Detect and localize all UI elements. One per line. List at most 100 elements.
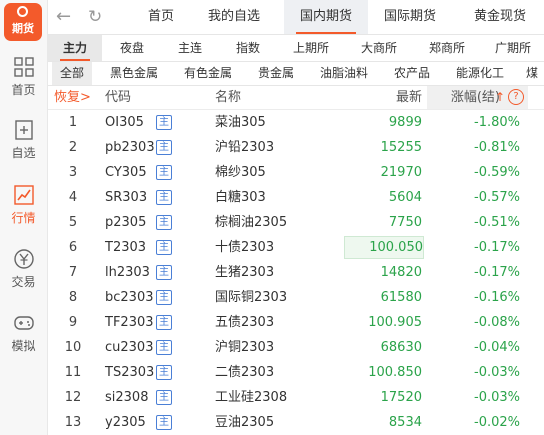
category-ferrous[interactable]: 黑色金属 (106, 62, 162, 85)
help-icon[interactable]: ? (508, 89, 524, 105)
tab-watchlist[interactable]: 我的自选 (208, 0, 260, 34)
contract-code: p2305 (105, 215, 147, 230)
table-row[interactable]: 9 TF2303 主 五债2303 100.905 -0.08% (48, 310, 544, 335)
contract-name: 十债2303 (215, 240, 275, 255)
app-logo[interactable]: 期货 (4, 3, 42, 41)
contract-code: TS2303 (105, 365, 155, 380)
sidebar-item-label: 首页 (11, 83, 36, 97)
contract-name: 菜油305 (215, 115, 266, 130)
tab-gold-spot[interactable]: 黄金现货 (474, 0, 526, 34)
contract-name: 五债2303 (215, 315, 275, 330)
change-pct: -0.03% (474, 365, 520, 380)
table-row[interactable]: 8 bc2303 主 国际铜2303 61580 -0.16% (48, 285, 544, 310)
contract-code: cu2303 (105, 340, 154, 355)
refresh-icon[interactable]: ↻ (88, 7, 102, 27)
category-oils[interactable]: 油脂油料 (316, 62, 372, 85)
row-index: 2 (68, 140, 78, 155)
table-row[interactable]: 12 si2308 主 工业硅2308 17520 -0.03% (48, 385, 544, 410)
tab-intl-futures[interactable]: 国际期货 (384, 0, 436, 34)
last-price: 21970 (380, 165, 422, 180)
row-index: 9 (68, 315, 78, 330)
sidebar-item-trade[interactable]: 交易 (0, 248, 47, 290)
tab-domestic-futures[interactable]: 国内期货 (284, 0, 368, 34)
table-row[interactable]: 3 CY305 主 棉纱305 21970 -0.59% (48, 160, 544, 185)
table-row[interactable]: 2 pb2303 主 沪铅2303 15255 -0.81% (48, 135, 544, 160)
main-contract-badge: 主 (156, 240, 172, 255)
sidebar-item-watchlist[interactable]: 自选 (0, 119, 47, 161)
main-contract-badge: 主 (156, 290, 172, 305)
category-all[interactable]: 全部 (52, 62, 92, 85)
table-row[interactable]: 10 cu2303 主 沪铜2303 68630 -0.04% (48, 335, 544, 360)
subtab-index[interactable]: 指数 (224, 35, 272, 61)
main-contract-badge: 主 (156, 315, 172, 330)
main-contract-badge: 主 (156, 415, 172, 430)
contract-code: lh2303 (105, 265, 150, 280)
main-contract-badge: 主 (156, 140, 172, 155)
last-price: 17520 (380, 390, 422, 405)
main-contract-badge: 主 (156, 390, 172, 405)
tab-home[interactable]: 首页 (148, 0, 174, 34)
category-energy[interactable]: 能源化工 (452, 62, 508, 85)
last-price: 8534 (388, 415, 422, 430)
last-price: 14820 (380, 265, 422, 280)
table-row[interactable]: 13 y2305 主 豆油2305 8534 -0.02% (48, 410, 544, 435)
contract-code: y2305 (105, 415, 146, 430)
change-pct: -0.02% (474, 415, 520, 430)
change-pct: -0.03% (474, 390, 520, 405)
col-name[interactable]: 名称 (215, 86, 241, 109)
last-price: 68630 (380, 340, 422, 355)
main-contract-badge: 主 (156, 265, 172, 280)
row-index: 4 (68, 190, 78, 205)
quote-table: 1 OI305 主 菜油305 9899 -1.80% 2 pb2303 主 沪… (48, 110, 544, 435)
subtab-dce[interactable]: 大商所 (350, 35, 408, 61)
row-index: 3 (68, 165, 78, 180)
sidebar-item-simulate[interactable]: 模拟 (0, 312, 47, 354)
row-index: 10 (64, 340, 82, 355)
plus-square-icon (14, 120, 33, 140)
change-pct: -0.08% (474, 315, 520, 330)
contract-code: si2308 (105, 390, 149, 405)
sidebar-item-label: 自选 (11, 146, 36, 160)
category-agri[interactable]: 农产品 (390, 62, 434, 85)
contract-name: 棉纱305 (215, 165, 266, 180)
sidebar-item-home[interactable]: 首页 (0, 56, 47, 98)
category-nonferrous[interactable]: 有色金属 (180, 62, 236, 85)
row-index: 6 (68, 240, 78, 255)
table-row[interactable]: 11 TS2303 主 二债2303 100.850 -0.03% (48, 360, 544, 385)
col-change[interactable]: 涨幅(结) ↑ ? (427, 86, 528, 109)
row-index: 12 (64, 390, 82, 405)
row-index: 7 (68, 265, 78, 280)
change-pct: -1.80% (474, 115, 520, 130)
category-coal[interactable]: 煤 (526, 62, 544, 85)
col-change-label: 涨幅(结) (450, 90, 500, 105)
contract-code: pb2303 (105, 140, 155, 155)
back-arrow-icon[interactable]: ← (56, 6, 71, 27)
col-code[interactable]: 代码 (105, 86, 131, 109)
contract-code: T2303 (105, 240, 147, 255)
subtab-shfe[interactable]: 上期所 (282, 35, 340, 61)
restore-link[interactable]: 恢复> (54, 86, 91, 109)
table-row[interactable]: 6 T2303 主 十债2303 100.050 -0.17% (48, 235, 544, 260)
table-row[interactable]: 7 lh2303 主 生猪2303 14820 -0.17% (48, 260, 544, 285)
subtab-continuous[interactable]: 主连 (166, 35, 214, 61)
main-contract-badge: 主 (156, 115, 172, 130)
contract-code: SR303 (105, 190, 148, 205)
sidebar-item-market[interactable]: 行情 (0, 184, 47, 226)
last-price: 100.850 (368, 365, 422, 380)
contract-code: TF2303 (105, 315, 154, 330)
subtab-main[interactable]: 主力 (48, 35, 102, 61)
category-precious[interactable]: 贵金属 (254, 62, 298, 85)
last-price: 5604 (388, 190, 422, 205)
top-nav: ← ↻ 首页 我的自选 国内期货 国际期货 黄金现货 (48, 0, 544, 35)
table-row[interactable]: 1 OI305 主 菜油305 9899 -1.80% (48, 110, 544, 135)
subtab-czce[interactable]: 郑商所 (418, 35, 476, 61)
subtab-night[interactable]: 夜盘 (108, 35, 156, 61)
table-row[interactable]: 5 p2305 主 棕榈油2305 7750 -0.51% (48, 210, 544, 235)
subtab-gfex[interactable]: 广期所 (484, 35, 542, 61)
yen-icon (13, 249, 34, 269)
table-row[interactable]: 4 SR303 主 白糖303 5604 -0.57% (48, 185, 544, 210)
col-last[interactable]: 最新 (344, 86, 422, 109)
contract-code: CY305 (105, 165, 147, 180)
change-pct: -0.57% (474, 190, 520, 205)
row-index: 11 (64, 365, 82, 380)
